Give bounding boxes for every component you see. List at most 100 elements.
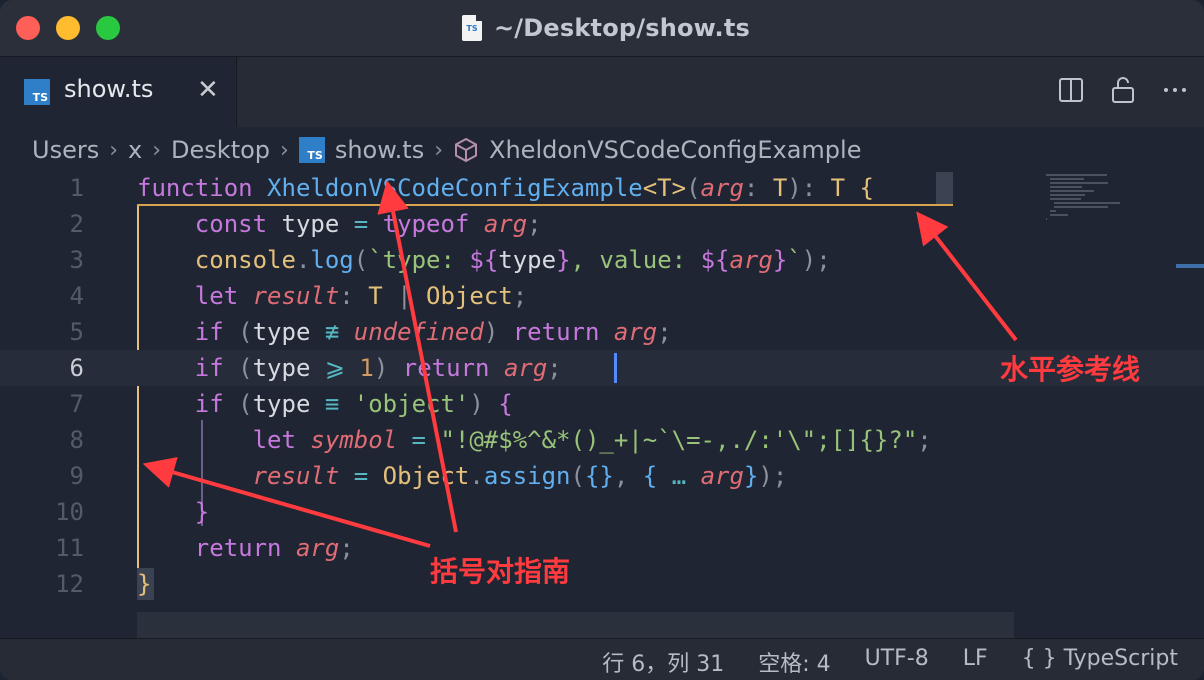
- close-window-button[interactable]: [16, 16, 40, 40]
- code-token: (: [570, 462, 585, 490]
- code-text: if (type ⩾ 1) return arg;: [137, 350, 562, 386]
- code-token: 'object': [353, 390, 470, 418]
- typescript-icon: TS: [298, 137, 325, 163]
- code-token: {: [642, 462, 672, 490]
- code-token: result: [252, 462, 354, 490]
- file-icon-text: TS: [466, 23, 478, 33]
- code-token: =: [353, 462, 383, 490]
- cursor-position[interactable]: 行 6，列 31: [602, 646, 724, 678]
- code-token: ;: [512, 282, 528, 310]
- code-token: ;: [657, 318, 672, 346]
- code-line[interactable]: 9 result = Object.assign({}, { … arg});: [0, 458, 1040, 494]
- code-token: .: [469, 462, 484, 490]
- file-encoding[interactable]: UTF-8: [865, 646, 929, 678]
- code-token: {: [859, 174, 874, 202]
- minimize-window-button[interactable]: [56, 16, 80, 40]
- code-token: return: [194, 534, 296, 562]
- code-token: {: [498, 390, 513, 418]
- minimap[interactable]: [1046, 170, 1166, 230]
- breadcrumb-file[interactable]: show.ts: [335, 136, 424, 164]
- breadcrumb-desktop[interactable]: Desktop: [171, 136, 270, 164]
- code-token: type: [252, 318, 325, 346]
- line-number: 8: [69, 426, 84, 454]
- language-mode[interactable]: { } TypeScript: [1022, 646, 1178, 678]
- tab-bar: TS show.ts ✕: [0, 57, 1204, 127]
- code-line[interactable]: 5 if (type ≢ undefined) return arg;: [0, 314, 1040, 350]
- breadcrumb-symbol[interactable]: XheldonVSCodeConfigExample: [489, 136, 861, 164]
- code-token: ;: [917, 426, 932, 454]
- code-token: if: [194, 390, 239, 418]
- code-line[interactable]: 10 }: [0, 494, 1040, 530]
- minimap-line: [1050, 194, 1085, 196]
- annotation-horizontal-guide: 水平参考线: [1000, 353, 1141, 386]
- zoom-window-button[interactable]: [96, 16, 120, 40]
- unlock-icon[interactable]: [1110, 75, 1136, 105]
- code-token: (: [238, 390, 253, 418]
- code-token: );: [758, 462, 788, 490]
- scrollbar-position-marker[interactable]: [1176, 264, 1204, 268]
- horizontal-scrollbar[interactable]: [137, 612, 1014, 638]
- code-line[interactable]: 4 let result: T | Object;: [0, 278, 1040, 314]
- minimap-line: [1054, 202, 1120, 204]
- minimap-line: [1054, 206, 1108, 208]
- chevron-right-icon: ›: [434, 137, 444, 163]
- line-number: 6: [69, 354, 84, 382]
- code-token: arg: [700, 174, 744, 202]
- breadcrumb-x[interactable]: x: [128, 136, 142, 164]
- code-token: ≡: [324, 390, 354, 418]
- code-token: Object: [426, 282, 513, 310]
- code-token: T: [368, 282, 398, 310]
- indentation-setting[interactable]: 空格: 4: [758, 646, 830, 678]
- code-token: }: [556, 246, 571, 274]
- code-line[interactable]: 8 let symbol = "!@#$%^&*()_+|~`\=-,./:'\…: [0, 422, 1040, 458]
- tab-close-icon[interactable]: ✕: [197, 75, 219, 105]
- code-token: let: [194, 282, 253, 310]
- minimap-line: [1050, 186, 1083, 188]
- code-token: return: [402, 354, 504, 382]
- line-number: 12: [55, 570, 84, 598]
- code-token: if: [194, 354, 239, 382]
- code-text: let symbol = "!@#$%^&*()_+|~`\=-,./:'\";…: [137, 422, 932, 458]
- code-line[interactable]: 3 console.log(`type: ${type}, value: ${a…: [0, 242, 1040, 278]
- code-token: ;: [527, 210, 542, 238]
- split-editor-icon[interactable]: [1058, 75, 1084, 105]
- breadcrumb-users[interactable]: Users: [32, 136, 99, 164]
- code-text: result = Object.assign({}, { … arg});: [137, 458, 788, 494]
- text-cursor: [614, 353, 617, 383]
- tab-show-ts[interactable]: TS show.ts ✕: [0, 57, 237, 127]
- code-token: type: [252, 390, 325, 418]
- chevron-right-icon: ›: [280, 137, 289, 163]
- code-token: {}: [584, 462, 614, 490]
- code-token: ;: [547, 354, 562, 382]
- status-items: 行 6，列 31 空格: 4 UTF-8 LF { } TypeScript: [602, 646, 1178, 678]
- minimap-line: [1050, 198, 1082, 200]
- code-token: ${: [469, 246, 499, 274]
- code-line[interactable]: 1 function XheldonVSCodeConfigExample<T>(…: [0, 170, 1040, 206]
- code-token: 1: [359, 354, 374, 382]
- code-token: if: [194, 318, 239, 346]
- code-editor[interactable]: 1 function XheldonVSCodeConfigExample<T>(…: [0, 170, 1204, 638]
- code-line[interactable]: 2 const type = typeof arg;: [0, 206, 1040, 242]
- minimap-line: [1050, 210, 1056, 212]
- code-token: typeof: [382, 210, 484, 238]
- ts-badge-text: TS: [32, 91, 48, 104]
- code-text: console.log(`type: ${type}, value: ${arg…: [137, 242, 831, 278]
- code-token: =: [411, 426, 441, 454]
- more-actions-icon[interactable]: [1162, 75, 1188, 105]
- code-token: arg: [483, 210, 528, 238]
- line-number: 11: [55, 534, 84, 562]
- line-number: 2: [69, 210, 84, 238]
- code-line[interactable]: 7 if (type ≡ 'object') {: [0, 386, 1040, 422]
- code-token: symbol: [310, 426, 412, 454]
- line-number: 1: [69, 174, 84, 202]
- code-token: ): [483, 318, 513, 346]
- code-token: assign: [483, 462, 571, 490]
- minimap-line: [1050, 178, 1084, 180]
- code-token: :: [743, 174, 773, 202]
- code-text: }: [137, 494, 209, 530]
- end-of-line[interactable]: LF: [963, 646, 988, 678]
